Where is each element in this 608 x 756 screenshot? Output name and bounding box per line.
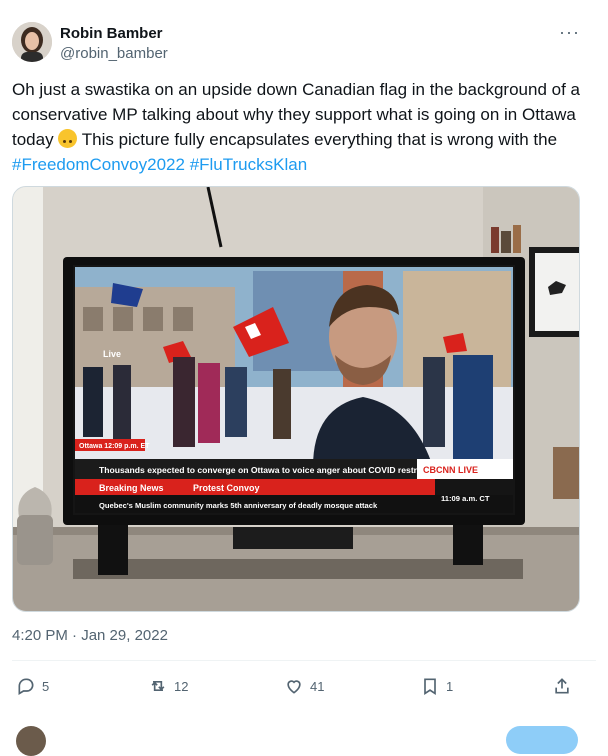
hashtag-freedomconvoy[interactable]: #FreedomConvoy2022 — [12, 155, 185, 174]
author-name[interactable]: Robin Bamber — [60, 25, 163, 42]
tv-breaking-news: Breaking News — [99, 483, 164, 493]
share-button[interactable] — [552, 676, 578, 696]
tweet-text-part2: This picture fully encapsulates everythi… — [77, 130, 558, 149]
tv-photo-illustration: Live Ottawa 12:09 p.m. ET Thousands expe… — [13, 187, 579, 611]
bookmark-button[interactable]: 1 — [420, 676, 453, 696]
tweet: Robin Bamber @robin_bamber ··· Oh just a… — [0, 0, 608, 756]
tv-location-time: Ottawa 12:09 p.m. ET — [79, 443, 150, 450]
tv-channel: CBCNN LIVE — [423, 465, 478, 475]
retweet-button[interactable]: 12 — [148, 676, 188, 696]
tweet-timestamp[interactable]: 4:20 PM · Jan 29, 2022 — [12, 627, 168, 644]
reply-composer-avatar[interactable] — [16, 726, 46, 756]
reply-icon — [18, 678, 34, 695]
bookmark-icon — [424, 678, 436, 696]
retweet-icon — [151, 681, 165, 691]
heart-icon — [287, 680, 301, 694]
share-icon — [555, 678, 569, 694]
reply-submit-button[interactable] — [506, 726, 578, 754]
avatar[interactable] — [12, 22, 52, 62]
tv-segment: Protest Convoy — [193, 483, 260, 493]
action-bar: 5 12 41 1 — [0, 670, 608, 704]
more-options-icon[interactable]: ··· — [559, 22, 580, 43]
tv-live-label: Live — [103, 349, 121, 359]
like-count: 41 — [310, 678, 325, 694]
like-button[interactable]: 41 — [284, 676, 324, 696]
tweet-photo[interactable]: Live Ottawa 12:09 p.m. ET Thousands expe… — [12, 186, 580, 612]
upside-down-face-emoji-icon — [58, 129, 78, 148]
bookmark-count: 1 — [446, 678, 454, 694]
author-handle[interactable]: @robin_bamber — [60, 45, 168, 62]
hashtag-flutrucksklan[interactable]: #FluTrucksKlan — [190, 155, 307, 174]
tweet-text: Oh just a swastika on an upside down Can… — [12, 77, 588, 177]
tv-ticker: Quebec's Muslim community marks 5th anni… — [99, 501, 378, 510]
tv-ticker-time: 11:09 a.m. CT — [441, 494, 490, 503]
reply-count: 5 — [42, 678, 50, 694]
divider — [12, 660, 596, 661]
reply-button[interactable]: 5 — [16, 676, 49, 696]
retweet-count: 12 — [174, 678, 189, 694]
tv-headline: Thousands expected to converge on Ottawa… — [99, 465, 445, 475]
